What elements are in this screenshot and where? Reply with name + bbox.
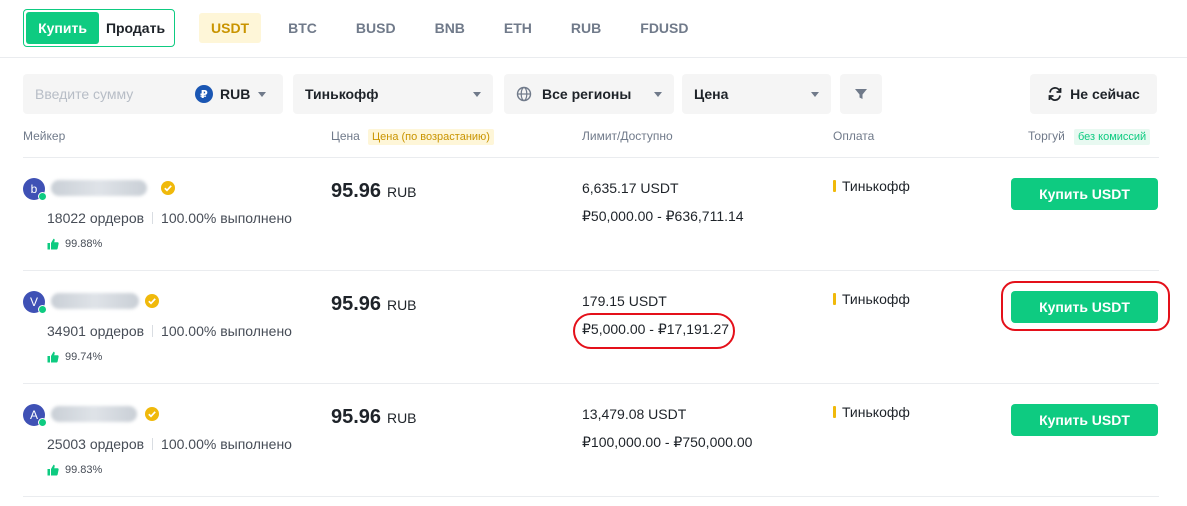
asset-tab-btc[interactable]: BTC [276, 13, 329, 43]
buy-usdt-button[interactable]: Купить USDT [1011, 178, 1158, 210]
price-value: 95.96 [331, 406, 382, 428]
not-now-label: Не сейчас [1070, 86, 1140, 102]
ruble-icon: ₽ [195, 85, 213, 103]
header-price[interactable]: Цена [331, 129, 360, 143]
header-trade: Торгуй [1028, 129, 1065, 143]
positive-rating: 99.83% [47, 464, 102, 476]
maker-name-blurred[interactable] [51, 293, 139, 309]
completion-rate: 100.00% выполнено [161, 436, 292, 452]
thumbs-up-icon [47, 238, 59, 250]
header-limit: Лимит/Доступно [582, 129, 673, 143]
completion-rate: 100.00% выполнено [161, 210, 292, 226]
asset-tab-rub[interactable]: RUB [559, 13, 613, 43]
maker-stats: 25003 ордеров 100.00% выполнено [47, 436, 292, 452]
chevron-down-icon[interactable] [258, 91, 267, 97]
sort-select[interactable]: Цена [682, 74, 831, 114]
asset-tab-usdt[interactable]: USDT [199, 13, 262, 43]
buy-tab[interactable]: Купить [26, 12, 99, 44]
online-indicator [38, 192, 47, 201]
maker-stats: 18022 ордеров 100.00% выполнено [47, 210, 292, 226]
thumbs-up-icon [47, 464, 59, 476]
price-unit: RUB [386, 297, 417, 313]
limit-range: ₽100,000.00 - ₽750,000.00 [582, 434, 753, 450]
chevron-down-icon [473, 92, 481, 97]
table-row: V 34901 ордеров 100.00% выполнено 99.74% … [23, 271, 1159, 384]
online-indicator [38, 305, 47, 314]
verified-badge-icon [161, 181, 175, 195]
price: 95.96 RUB [331, 180, 417, 203]
order-count: 25003 ордеров [47, 436, 145, 452]
price-unit: RUB [386, 184, 417, 200]
amount-input[interactable] [35, 86, 185, 102]
filter-button[interactable] [840, 74, 882, 114]
asset-tab-busd[interactable]: BUSD [344, 13, 408, 43]
completion-rate: 100.00% выполнено [161, 323, 292, 339]
limit-range: ₽5,000.00 - ₽17,191.27 [582, 321, 730, 337]
sell-tab[interactable]: Продать [99, 12, 172, 44]
maker-name-blurred[interactable] [51, 180, 147, 196]
verified-badge-icon [145, 294, 159, 308]
chevron-down-icon [654, 92, 662, 97]
limit-range: ₽50,000.00 - ₽636,711.14 [582, 208, 744, 224]
zero-fee-badge: без комиссий [1074, 129, 1151, 145]
avatar[interactable]: V [23, 291, 47, 314]
available-amount: 13,479.08 USDT [582, 406, 687, 422]
buy-usdt-button[interactable]: Купить USDT [1011, 404, 1158, 436]
currency-select[interactable]: RUB [220, 86, 250, 102]
verified-badge-icon [145, 407, 159, 421]
payment-method: Тинькофф [833, 404, 910, 420]
chevron-down-icon [811, 92, 819, 97]
not-now-button[interactable]: Не сейчас [1030, 74, 1157, 114]
price-value: 95.96 [331, 180, 382, 202]
filter-bar: ₽ RUB Тинькофф Все регионы Цена Не сейча… [0, 74, 1187, 114]
payment-method: Тинькофф [833, 178, 910, 194]
available-amount: 179.15 USDT [582, 293, 667, 309]
maker-stats: 34901 ордеров 100.00% выполнено [47, 323, 292, 339]
asset-tab-bnb[interactable]: BNB [423, 13, 477, 43]
table-header: Мейкер Цена Цена (по возрастанию) Лимит/… [23, 126, 1159, 158]
globe-icon [516, 86, 532, 102]
price-unit: RUB [386, 410, 417, 426]
avatar[interactable]: A [23, 404, 47, 427]
thumbs-up-icon [47, 351, 59, 363]
asset-tab-eth[interactable]: ETH [492, 13, 544, 43]
region-select[interactable]: Все регионы [504, 74, 674, 114]
funnel-icon [855, 89, 867, 99]
order-count: 18022 ордеров [47, 210, 145, 226]
price-sort-badge: Цена (по возрастанию) [368, 129, 494, 145]
top-bar: Купить Продать USDT BTC BUSD BNB ETH RUB… [0, 0, 1187, 58]
table-row: b 18022 ордеров 100.00% выполнено 99.88% … [23, 158, 1159, 271]
online-indicator [38, 418, 47, 427]
region-value: Все регионы [542, 86, 632, 102]
payment-method-value: Тинькофф [305, 86, 379, 102]
available-amount: 6,635.17 USDT [582, 180, 679, 196]
order-count: 34901 ордеров [47, 323, 145, 339]
table-row: A 25003 ордеров 100.00% выполнено 99.83% … [23, 384, 1159, 497]
refresh-icon [1047, 86, 1063, 102]
payment-color-bar [833, 406, 836, 418]
avatar[interactable]: b [23, 178, 47, 201]
sort-value: Цена [694, 86, 729, 102]
payment-method: Тинькофф [833, 291, 910, 307]
header-payment: Оплата [833, 129, 875, 143]
payment-color-bar [833, 180, 836, 192]
header-maker: Мейкер [23, 129, 66, 143]
payment-method-select[interactable]: Тинькофф [293, 74, 493, 114]
price: 95.96 RUB [331, 293, 417, 316]
positive-rating: 99.74% [47, 351, 102, 363]
payment-color-bar [833, 293, 836, 305]
buy-sell-switch: Купить Продать [23, 9, 175, 47]
maker-name-blurred[interactable] [51, 406, 137, 422]
buy-usdt-button[interactable]: Купить USDT [1011, 291, 1158, 323]
asset-tab-fdusd[interactable]: FDUSD [628, 13, 700, 43]
price: 95.96 RUB [331, 406, 417, 429]
positive-rating: 99.88% [47, 238, 102, 250]
asset-tabs: USDT BTC BUSD BNB ETH RUB FDUSD [199, 13, 716, 43]
amount-field: ₽ RUB [23, 74, 283, 114]
price-value: 95.96 [331, 293, 382, 315]
